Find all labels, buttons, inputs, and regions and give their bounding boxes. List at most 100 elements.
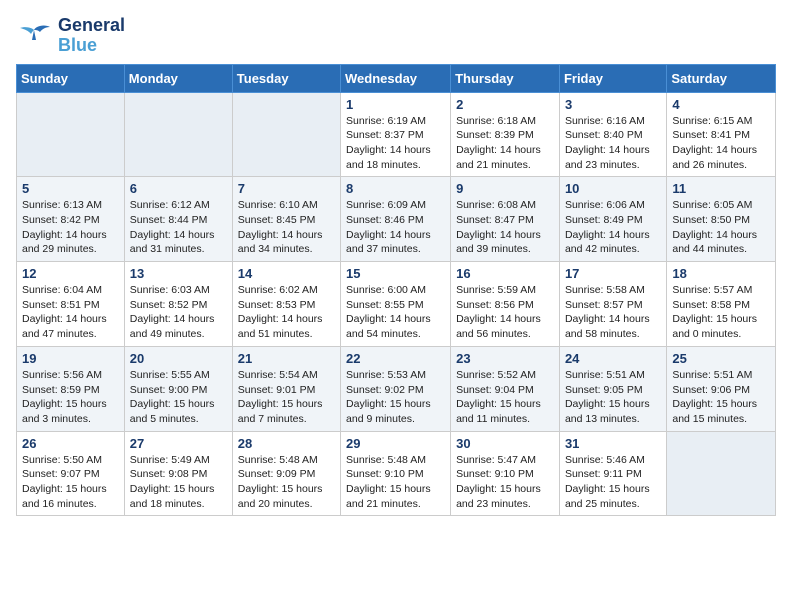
day-number: 1	[346, 97, 445, 112]
day-info: Sunrise: 5:51 AM Sunset: 9:06 PM Dayligh…	[672, 368, 770, 427]
weekday-header-tuesday: Tuesday	[232, 64, 340, 92]
calendar-cell: 18 Sunrise: 5:57 AM Sunset: 8:58 PM Dayli…	[667, 262, 776, 347]
calendar-cell: 9 Sunrise: 6:08 AM Sunset: 8:47 PM Daylig…	[451, 177, 560, 262]
day-info: Sunrise: 6:00 AM Sunset: 8:55 PM Dayligh…	[346, 283, 445, 342]
weekday-header-wednesday: Wednesday	[341, 64, 451, 92]
day-number: 28	[238, 436, 335, 451]
day-info: Sunrise: 6:06 AM Sunset: 8:49 PM Dayligh…	[565, 198, 661, 257]
day-number: 10	[565, 181, 661, 196]
calendar-week-row: 12 Sunrise: 6:04 AM Sunset: 8:51 PM Dayli…	[17, 262, 776, 347]
calendar-cell: 31 Sunrise: 5:46 AM Sunset: 9:11 PM Dayli…	[559, 431, 666, 516]
day-number: 18	[672, 266, 770, 281]
day-info: Sunrise: 5:57 AM Sunset: 8:58 PM Dayligh…	[672, 283, 770, 342]
day-number: 5	[22, 181, 119, 196]
day-number: 17	[565, 266, 661, 281]
weekday-header-thursday: Thursday	[451, 64, 560, 92]
day-number: 13	[130, 266, 227, 281]
calendar-cell: 14Sunrise: 6:02 AM Sunset: 8:53 PM Dayli…	[232, 262, 340, 347]
day-info: Sunrise: 5:54 AM Sunset: 9:01 PM Dayligh…	[238, 368, 335, 427]
day-number: 15	[346, 266, 445, 281]
calendar-table: SundayMondayTuesdayWednesdayThursdayFrid…	[16, 64, 776, 517]
logo: General Blue	[16, 16, 125, 56]
day-info: Sunrise: 6:03 AM Sunset: 8:52 PM Dayligh…	[130, 283, 227, 342]
day-info: Sunrise: 5:56 AM Sunset: 8:59 PM Dayligh…	[22, 368, 119, 427]
day-number: 24	[565, 351, 661, 366]
calendar-cell: 20Sunrise: 5:55 AM Sunset: 9:00 PM Dayli…	[124, 346, 232, 431]
day-info: Sunrise: 6:09 AM Sunset: 8:46 PM Dayligh…	[346, 198, 445, 257]
day-info: Sunrise: 6:08 AM Sunset: 8:47 PM Dayligh…	[456, 198, 554, 257]
calendar-cell	[667, 431, 776, 516]
day-number: 19	[22, 351, 119, 366]
day-number: 11	[672, 181, 770, 196]
day-info: Sunrise: 5:58 AM Sunset: 8:57 PM Dayligh…	[565, 283, 661, 342]
day-info: Sunrise: 5:46 AM Sunset: 9:11 PM Dayligh…	[565, 453, 661, 512]
calendar-cell: 27Sunrise: 5:49 AM Sunset: 9:08 PM Dayli…	[124, 431, 232, 516]
calendar-cell: 1Sunrise: 6:19 AM Sunset: 8:37 PM Daylig…	[341, 92, 451, 177]
day-info: Sunrise: 6:18 AM Sunset: 8:39 PM Dayligh…	[456, 114, 554, 173]
day-number: 22	[346, 351, 445, 366]
day-number: 4	[672, 97, 770, 112]
day-number: 25	[672, 351, 770, 366]
calendar-week-row: 26 Sunrise: 5:50 AM Sunset: 9:07 PM Dayli…	[17, 431, 776, 516]
day-info: Sunrise: 6:13 AM Sunset: 8:42 PM Dayligh…	[22, 198, 119, 257]
calendar-cell: 16 Sunrise: 5:59 AM Sunset: 8:56 PM Dayli…	[451, 262, 560, 347]
calendar-cell: 3 Sunrise: 6:16 AM Sunset: 8:40 PM Daylig…	[559, 92, 666, 177]
calendar-cell: 6 Sunrise: 6:12 AM Sunset: 8:44 PM Daylig…	[124, 177, 232, 262]
day-number: 26	[22, 436, 119, 451]
day-number: 2	[456, 97, 554, 112]
logo-text: General Blue	[58, 16, 125, 56]
calendar-week-row: 19 Sunrise: 5:56 AM Sunset: 8:59 PM Dayli…	[17, 346, 776, 431]
day-info: Sunrise: 6:02 AM Sunset: 8:53 PM Dayligh…	[238, 283, 335, 342]
calendar-cell	[124, 92, 232, 177]
page-header: General Blue	[16, 16, 776, 56]
day-info: Sunrise: 6:05 AM Sunset: 8:50 PM Dayligh…	[672, 198, 770, 257]
calendar-cell: 15 Sunrise: 6:00 AM Sunset: 8:55 PM Dayli…	[341, 262, 451, 347]
weekday-header-saturday: Saturday	[667, 64, 776, 92]
day-number: 7	[238, 181, 335, 196]
day-number: 6	[130, 181, 227, 196]
day-info: Sunrise: 5:47 AM Sunset: 9:10 PM Dayligh…	[456, 453, 554, 512]
day-info: Sunrise: 6:15 AM Sunset: 8:41 PM Dayligh…	[672, 114, 770, 173]
day-info: Sunrise: 6:12 AM Sunset: 8:44 PM Dayligh…	[130, 198, 227, 257]
calendar-week-row: 1Sunrise: 6:19 AM Sunset: 8:37 PM Daylig…	[17, 92, 776, 177]
calendar-cell	[232, 92, 340, 177]
calendar-cell: 7 Sunrise: 6:10 AM Sunset: 8:45 PM Daylig…	[232, 177, 340, 262]
calendar-cell: 12 Sunrise: 6:04 AM Sunset: 8:51 PM Dayli…	[17, 262, 125, 347]
day-number: 31	[565, 436, 661, 451]
calendar-week-row: 5 Sunrise: 6:13 AM Sunset: 8:42 PM Daylig…	[17, 177, 776, 262]
day-number: 21	[238, 351, 335, 366]
day-info: Sunrise: 5:53 AM Sunset: 9:02 PM Dayligh…	[346, 368, 445, 427]
weekday-header-friday: Friday	[559, 64, 666, 92]
calendar-cell: 2 Sunrise: 6:18 AM Sunset: 8:39 PM Daylig…	[451, 92, 560, 177]
day-info: Sunrise: 5:51 AM Sunset: 9:05 PM Dayligh…	[565, 368, 661, 427]
calendar-cell: 26 Sunrise: 5:50 AM Sunset: 9:07 PM Dayli…	[17, 431, 125, 516]
calendar-cell: 21 Sunrise: 5:54 AM Sunset: 9:01 PM Dayli…	[232, 346, 340, 431]
weekday-header-monday: Monday	[124, 64, 232, 92]
day-info: Sunrise: 5:55 AM Sunset: 9:00 PM Dayligh…	[130, 368, 227, 427]
logo-icon	[16, 22, 52, 50]
weekday-header-row: SundayMondayTuesdayWednesdayThursdayFrid…	[17, 64, 776, 92]
day-number: 12	[22, 266, 119, 281]
day-info: Sunrise: 6:04 AM Sunset: 8:51 PM Dayligh…	[22, 283, 119, 342]
day-info: Sunrise: 5:50 AM Sunset: 9:07 PM Dayligh…	[22, 453, 119, 512]
day-number: 9	[456, 181, 554, 196]
calendar-cell: 29Sunrise: 5:48 AM Sunset: 9:10 PM Dayli…	[341, 431, 451, 516]
day-number: 8	[346, 181, 445, 196]
calendar-cell: 22 Sunrise: 5:53 AM Sunset: 9:02 PM Dayli…	[341, 346, 451, 431]
day-info: Sunrise: 5:48 AM Sunset: 9:10 PM Dayligh…	[346, 453, 445, 512]
calendar-cell: 11 Sunrise: 6:05 AM Sunset: 8:50 PM Dayli…	[667, 177, 776, 262]
calendar-cell: 25 Sunrise: 5:51 AM Sunset: 9:06 PM Dayli…	[667, 346, 776, 431]
day-info: Sunrise: 6:16 AM Sunset: 8:40 PM Dayligh…	[565, 114, 661, 173]
weekday-header-sunday: Sunday	[17, 64, 125, 92]
day-number: 23	[456, 351, 554, 366]
day-number: 30	[456, 436, 554, 451]
calendar-cell	[17, 92, 125, 177]
calendar-cell: 19 Sunrise: 5:56 AM Sunset: 8:59 PM Dayli…	[17, 346, 125, 431]
day-number: 16	[456, 266, 554, 281]
calendar-cell: 4 Sunrise: 6:15 AM Sunset: 8:41 PM Daylig…	[667, 92, 776, 177]
day-info: Sunrise: 6:10 AM Sunset: 8:45 PM Dayligh…	[238, 198, 335, 257]
calendar-cell: 30 Sunrise: 5:47 AM Sunset: 9:10 PM Dayli…	[451, 431, 560, 516]
day-number: 3	[565, 97, 661, 112]
day-info: Sunrise: 5:59 AM Sunset: 8:56 PM Dayligh…	[456, 283, 554, 342]
calendar-cell: 17 Sunrise: 5:58 AM Sunset: 8:57 PM Dayli…	[559, 262, 666, 347]
